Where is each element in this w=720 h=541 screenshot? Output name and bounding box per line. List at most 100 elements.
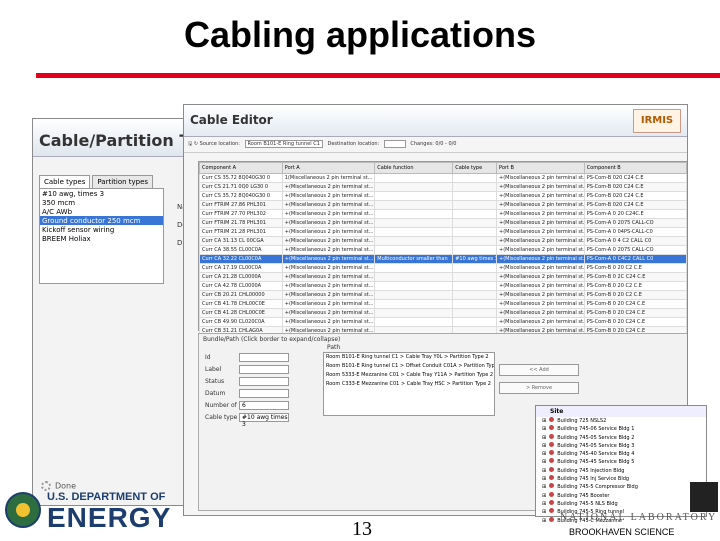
table-row[interactable]: Curr CA 21.28 CL0000A +(Miscellaneous 2 p… [199, 272, 687, 282]
table-cell[interactable]: +(Miscellaneous 2 pin terminal st... [281, 236, 376, 246]
list-item[interactable]: Room B101-E Ring tunnel C1 > Cable Tray … [324, 353, 494, 362]
table-cell[interactable]: +(Miscellaneous 2 pin terminal st... [281, 200, 376, 210]
table-cell[interactable]: +(Miscellaneous 2 pin terminal st... [281, 299, 376, 309]
destination-location-select[interactable] [383, 140, 406, 148]
tab-cable-types[interactable]: Cable types [39, 175, 91, 188]
path-list[interactable]: Room B101-E Ring tunnel C1 > Cable Tray … [323, 352, 495, 416]
table-cell[interactable]: Curr CS 35.72 8Q040G30 0 [199, 191, 283, 201]
table-cell[interactable]: Curr CB 49.90 CL020C0A [199, 317, 283, 327]
tree-item[interactable]: ⊞ Building 745-5 Compressor Bldg [536, 483, 706, 491]
list-item[interactable]: BREEM Holiax [40, 234, 163, 243]
table-cell[interactable] [452, 272, 498, 282]
table-cell[interactable]: +(Miscellaneous 2 pin terminal st... [281, 254, 376, 264]
table-cell[interactable]: PS-Com-B 0 20 C24 C.E [583, 308, 687, 318]
table-row[interactable]: Curr CB 41.78 CHL00C0E +(Miscellaneous 2 … [199, 299, 687, 309]
table-cell[interactable] [374, 245, 454, 255]
table-cell[interactable]: PS-Com-B 0 20 C2 C.E [583, 290, 687, 300]
table-row[interactable]: Curr FTRIM 27.70 PHL302 +(Miscellaneous 2… [199, 209, 687, 219]
table-cell[interactable] [452, 263, 498, 273]
table-cell[interactable]: PS-Com-B 0 2C C24 C.E [583, 272, 687, 282]
list-item[interactable]: Kickoff sensor wiring [40, 225, 163, 234]
table-cell[interactable]: PS-Com-A 0 04PS-CALL-C0 [583, 227, 687, 237]
table-cell[interactable]: 1(Miscellaneous 2 pin terminal st... [281, 173, 376, 183]
table-cell[interactable] [374, 290, 454, 300]
column-header[interactable]: Cable type [452, 162, 498, 174]
table-cell[interactable]: Curr CA 42.78 CL0000A [199, 281, 283, 291]
list-item[interactable]: Room B101-E Ring tunnel C1 > Offset Cond… [324, 362, 494, 371]
list-item[interactable]: Room 5333-E Mezzanine C01 > Cable Tray Y… [324, 371, 494, 380]
remove-button[interactable]: > Remove [499, 382, 579, 394]
table-cell[interactable]: PS-Com-B 0 20 C24 C.E [583, 317, 687, 327]
table-cell[interactable] [374, 227, 454, 237]
table-cell[interactable]: Curr FTRIM 21.28 PHL301 [199, 227, 283, 237]
table-cell[interactable]: +(Miscellaneous 2 pin terminal st... [496, 263, 585, 273]
table-row[interactable]: Curr FTRIM 21.78 PHL301 +(Miscellaneous 2… [199, 218, 687, 228]
table-cell[interactable]: PS-Com-A 0 4 C2 CALL C0 [583, 236, 687, 246]
table-row[interactable]: Curr FTRIM 27.86 PHL301 +(Miscellaneous 2… [199, 200, 687, 210]
list-item[interactable]: 350 mcm [40, 198, 163, 207]
table-cell[interactable] [374, 308, 454, 318]
tree-item[interactable]: ⊞ Building 745 Injection Bldg [536, 466, 706, 475]
tab-partition-types[interactable]: Partition types [92, 175, 154, 188]
table-cell[interactable]: +(Miscellaneous 2 pin terminal st... [281, 227, 376, 237]
table-cell[interactable]: +(Miscellaneous 2 pin terminal st... [281, 290, 376, 300]
table-row[interactable]: Curr CB 49.90 CL020C0A +(Miscellaneous 2 … [199, 317, 687, 327]
table-cell[interactable] [452, 182, 498, 192]
table-row-selected[interactable]: Curr CA 32.22 CL00C0A +(Miscellaneous 2 p… [199, 254, 687, 264]
table-cell[interactable] [452, 227, 498, 237]
table-cell[interactable]: Multiconductor smaller than [374, 254, 454, 264]
table-cell[interactable]: +(Miscellaneous 2 pin terminal st... [496, 299, 585, 309]
column-header[interactable]: Component A [199, 162, 283, 174]
tree-item[interactable]: ⊞ Building 745-5 NLS Bldg [536, 499, 706, 508]
table-cell[interactable] [374, 218, 454, 228]
table-cell[interactable]: Curr FTRIM 27.70 PHL302 [199, 209, 283, 219]
table-cell[interactable]: Curr FTRIM 27.86 PHL301 [199, 200, 283, 210]
tree-item[interactable]: ⊞ Building 745-05 Service Bldg 2 [536, 433, 706, 442]
list-item[interactable]: Room C333-E Mezzanine C01 > Cable Tray H… [324, 380, 494, 389]
column-header[interactable]: Port A [281, 162, 376, 174]
table-cell[interactable]: PS-Com-A 0 C4C2 CALL C0 [583, 254, 687, 264]
tree-item[interactable]: ⊞ Building 745 Inj Service Bldg [536, 475, 706, 483]
column-header[interactable]: Port B [496, 162, 585, 174]
table-cell[interactable]: +(Miscellaneous 2 pin terminal st... [496, 227, 585, 237]
table-cell[interactable]: PS-Com-B 0 20 C2 C.E [583, 263, 687, 273]
cable-type-select[interactable]: #10 awg times 3 [239, 413, 289, 428]
table-cell[interactable]: +(Miscellaneous 2 pin terminal st... [496, 308, 585, 318]
table-cell[interactable] [374, 200, 454, 210]
table-cell[interactable] [452, 245, 498, 255]
table-row[interactable]: Curr CA 42.78 CL0000A +(Miscellaneous 2 p… [199, 281, 687, 291]
table-cell[interactable]: Curr CS 21.71 0Q0 LG30 0 [199, 182, 283, 192]
table-cell[interactable] [452, 173, 498, 183]
tree-item[interactable]: ⊞ Building 725 NSLS2 [536, 417, 706, 425]
table-cell[interactable] [452, 200, 498, 210]
table-row[interactable]: Curr CS 35.72 8Q040G30 0 1(Miscellaneous … [199, 173, 687, 183]
table-cell[interactable]: Curr CA 31.13 CL 00CGA [199, 236, 283, 246]
table-cell[interactable]: PS-Com-A 0 20 C24C.E [583, 209, 687, 219]
table-row[interactable]: Curr CA 17.19 CL00C0A +(Miscellaneous 2 p… [199, 263, 687, 273]
refresh-icon[interactable]: ↻ [194, 141, 198, 147]
table-cell[interactable]: +(Miscellaneous 2 pin terminal st... [496, 236, 585, 246]
table-row[interactable]: Curr CA 31.13 CL 00CGA +(Miscellaneous 2 … [199, 236, 687, 246]
table-cell[interactable]: +(Miscellaneous 2 pin terminal st... [496, 254, 585, 264]
table-row[interactable]: Curr CS 35.72 8Q040G30 0 +(Miscellaneous … [199, 191, 687, 201]
table-cell[interactable]: Curr CA 21.28 CL0000A [199, 272, 283, 282]
table-cell[interactable] [452, 290, 498, 300]
table-cell[interactable]: +(Miscellaneous 2 pin terminal st... [496, 191, 585, 201]
table-row[interactable]: Curr CS 21.71 0Q0 LG30 0 +(Miscellaneous … [199, 182, 687, 192]
table-cell[interactable]: +(Miscellaneous 2 pin terminal st... [281, 218, 376, 228]
table-cell[interactable]: #10 awg times 3 [452, 254, 498, 264]
table-cell[interactable]: +(Miscellaneous 2 pin terminal st... [496, 317, 585, 327]
table-cell[interactable]: PS-Com-B 020 C24 C.E [583, 173, 687, 183]
table-cell[interactable] [374, 263, 454, 273]
tree-item[interactable]: ⊞ Building 745 Booster [536, 491, 706, 500]
list-item[interactable]: #10 awg, times 3 [40, 189, 163, 198]
table-cell[interactable] [452, 308, 498, 318]
table-row[interactable]: Curr FTRIM 21.28 PHL301 +(Miscellaneous 2… [199, 227, 687, 237]
tree-item[interactable]: ⊞ Building 745-05 Service Bldg 3 [536, 441, 706, 450]
datum-field[interactable] [239, 389, 289, 398]
column-header[interactable]: Component B [583, 162, 687, 174]
table-cell[interactable]: +(Miscellaneous 2 pin terminal st... [281, 245, 376, 255]
table-cell[interactable] [374, 236, 454, 246]
table-cell[interactable]: +(Miscellaneous 2 pin terminal st... [496, 200, 585, 210]
table-cell[interactable]: Curr FTRIM 21.78 PHL301 [199, 218, 283, 228]
